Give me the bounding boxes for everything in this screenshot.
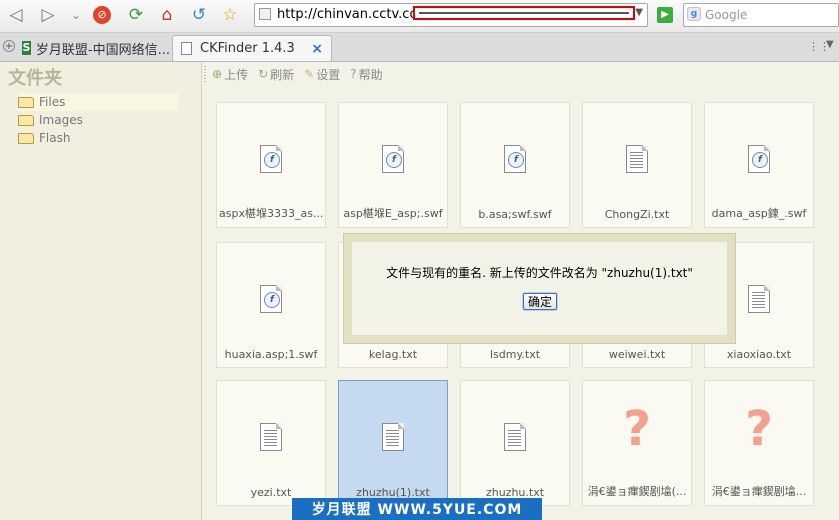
file-thumbnail[interactable]: f aspx椹堢3333_as... <box>216 102 326 228</box>
file-name: huaxia.asp;1.swf <box>224 348 318 361</box>
google-icon: g <box>687 7 701 21</box>
action-label: 设置 <box>316 67 341 82</box>
close-tab-icon[interactable]: × <box>311 41 323 57</box>
file-name: 涓€鍙ョ瘒鍥剧墖(... <box>587 485 687 498</box>
stop-icon[interactable]: ⊘ <box>90 3 114 27</box>
folder-panel: 文件夹 Files Images Flash <box>0 62 202 520</box>
unknown-file-icon: ? <box>623 401 651 457</box>
rename-notice-dialog: 文件与现有的重名. 新上传的文件改名为 "zhuzhu(1).txt" 确定 <box>343 233 736 344</box>
flash-file-icon: f <box>748 145 772 173</box>
bookmark-star-icon[interactable]: ☆ <box>218 3 242 27</box>
tab-label: 岁月联盟-中国网络信... <box>35 42 170 58</box>
url-text: http://chinvan.cctv.com/ <box>277 7 435 22</box>
folder-open-icon <box>18 96 34 108</box>
forward-icon[interactable]: ▷ <box>36 3 60 27</box>
unknown-file-icon: ? <box>745 401 773 457</box>
folder-panel-title: 文件夹 <box>8 68 62 89</box>
file-name: asp椹堢E_asp;.swf <box>343 207 443 220</box>
folder-icon <box>18 114 34 126</box>
file-name: b.asa;swf.swf <box>478 208 552 221</box>
folder-label: Images <box>39 113 83 127</box>
go-button[interactable]: ▶ <box>653 3 677 27</box>
file-thumbnail[interactable]: f b.asa;swf.swf <box>460 102 570 228</box>
refresh-button[interactable]: ↻ 刷新 <box>258 66 294 83</box>
browser-toolbar: ◁ ▷ ⌄ ⊘ ⟳ ⌂ ↺ ☆ http://chinvan.cctv.com/… <box>0 0 839 33</box>
action-label: 上传 <box>224 67 249 82</box>
file-name: weiwei.txt <box>608 348 666 361</box>
file-name: aspx椹堢3333_as... <box>219 207 323 220</box>
back-icon[interactable]: ◁ <box>4 3 28 27</box>
folder-label: Files <box>39 95 66 109</box>
text-file-icon <box>626 145 650 173</box>
text-file-icon <box>382 423 406 451</box>
action-toolbar: ⊕ 上传 ↻ 刷新 ✎ 设置 ? 帮助 <box>202 62 839 86</box>
restore-icon[interactable]: ↺ <box>187 3 211 27</box>
history-dropdown-icon[interactable]: ⌄ <box>64 3 88 27</box>
folder-item-files[interactable]: Files <box>18 93 178 111</box>
toolbar-grip <box>204 66 206 82</box>
file-thumbnail[interactable]: f huaxia.asp;1.swf <box>216 242 326 368</box>
file-name: lsdmy.txt <box>489 348 541 361</box>
file-thumbnail[interactable]: ChongZi.txt <box>582 102 692 228</box>
search-box[interactable]: g Google <box>683 3 839 27</box>
flash-file-icon: f <box>504 145 528 173</box>
site-favicon-icon: S <box>22 41 31 55</box>
action-label: 帮助 <box>358 67 383 82</box>
tab-list-icon[interactable]: ▼ <box>826 39 834 50</box>
file-name: dama_asp鍊_.swf <box>711 207 807 220</box>
tab-suiyue[interactable]: S 岁月联盟-中国网络信... <box>22 35 170 61</box>
file-name: 涓€鍙ョ瘒鍥剧墖... <box>711 485 807 498</box>
file-thumbnail[interactable]: f asp椹堢E_asp;.swf <box>338 102 448 228</box>
search-placeholder: Google <box>705 8 748 22</box>
url-dropdown-icon[interactable]: ▼ <box>635 7 643 18</box>
tab-ckfinder[interactable]: CKFinder 1.4.3 × <box>172 35 332 61</box>
file-name: kelag.txt <box>368 348 418 361</box>
folder-item-flash[interactable]: Flash <box>18 129 178 147</box>
tab-bar: + S 岁月联盟-中国网络信... CKFinder 1.4.3 × ⋮⋮ ▼ <box>0 33 839 62</box>
help-icon: ? <box>350 67 357 81</box>
file-name: ChongZi.txt <box>604 208 670 221</box>
site-watermark: 岁月联盟 WWW.5YUE.COM <box>292 498 542 520</box>
tab-label: CKFinder 1.4.3 <box>200 41 295 56</box>
file-name: xiaoxiao.txt <box>726 348 792 361</box>
page-icon <box>181 42 192 55</box>
dialog-body: 文件与现有的重名. 新上传的文件改名为 "zhuzhu(1).txt" 确定 <box>352 242 727 335</box>
page-icon <box>259 8 271 20</box>
refresh-icon: ↻ <box>258 67 269 81</box>
text-file-icon <box>260 423 284 451</box>
file-thumbnail[interactable]: yezi.txt <box>216 380 326 506</box>
help-button[interactable]: ? 帮助 <box>350 66 382 83</box>
action-label: 刷新 <box>270 67 295 82</box>
address-bar[interactable]: http://chinvan.cctv.com/ ▼ <box>254 3 648 27</box>
file-thumbnail[interactable]: ? 涓€鍙ョ瘒鍥剧墖... <box>704 380 814 506</box>
file-thumbnail[interactable]: f dama_asp鍊_.swf <box>704 102 814 228</box>
file-thumbnail[interactable]: zhuzhu(1).txt <box>338 380 448 506</box>
folder-icon <box>18 132 34 144</box>
upload-icon: ⊕ <box>212 67 223 81</box>
upload-button[interactable]: ⊕ 上传 <box>212 66 248 83</box>
text-file-icon <box>504 423 528 451</box>
file-thumbnail[interactable]: zhuzhu.txt <box>460 380 570 506</box>
redacted-url-portion <box>413 6 635 20</box>
flash-file-icon: f <box>382 145 406 173</box>
settings-icon: ✎ <box>304 67 315 81</box>
new-tab-icon[interactable]: + <box>3 40 15 52</box>
home-icon[interactable]: ⌂ <box>155 3 179 27</box>
ok-button[interactable]: 确定 <box>523 293 557 310</box>
reload-icon[interactable]: ⟳ <box>124 3 148 27</box>
flash-file-icon: f <box>260 145 284 173</box>
folder-label: Flash <box>39 131 71 145</box>
folder-item-images[interactable]: Images <box>18 111 178 129</box>
text-file-icon <box>748 285 772 313</box>
dialog-message: 文件与现有的重名. 新上传的文件改名为 "zhuzhu(1).txt" <box>386 266 693 280</box>
flash-file-icon: f <box>260 285 284 313</box>
file-thumbnail[interactable]: ? 涓€鍙ョ瘒鍥剧墖(... <box>582 380 692 506</box>
settings-button[interactable]: ✎ 设置 <box>304 66 340 83</box>
